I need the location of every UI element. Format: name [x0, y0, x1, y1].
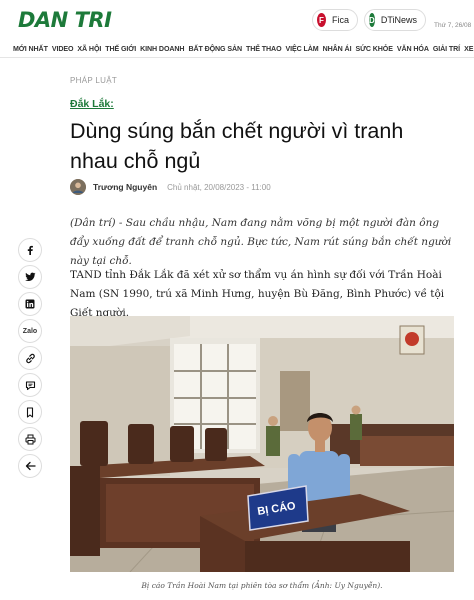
linkedin-share-button[interactable]: [18, 292, 42, 316]
zalo-share-button[interactable]: Zalo: [18, 319, 42, 343]
nav-item-bat-dong-san[interactable]: BẤT ĐỘNG SẢN: [188, 45, 242, 53]
courtroom-illustration: BỊ CÁO: [70, 316, 454, 572]
twitter-icon: [24, 272, 35, 281]
bookmark-icon: [26, 406, 34, 418]
print-icon: [25, 434, 35, 444]
updated-time: Chủ nhật, 20/08/2023 - 11:00: [167, 182, 271, 192]
nav-item-viec-lam[interactable]: VIỆC LÀM: [286, 45, 319, 53]
photo-caption: Bị cáo Trần Hoài Nam tại phiên tòa sơ th…: [141, 581, 383, 590]
article-photo[interactable]: BỊ CÁO: [70, 316, 454, 572]
author-row: Trương Nguyên Chủ nhật, 20/08/2023 - 11:…: [70, 178, 271, 196]
nav-item-xe[interactable]: XE +: [464, 45, 474, 53]
link-icon: [25, 353, 35, 363]
nav-item-the-thao[interactable]: THỂ THAO: [246, 45, 282, 53]
article-title: Dùng súng bắn chết người vì tranh nhau c…: [70, 119, 404, 173]
fica-label: Fica: [331, 15, 349, 25]
linkedin-icon: [25, 299, 35, 309]
dtinews-button[interactable]: D DTiNews: [364, 9, 426, 31]
nav-item-suc-khoe[interactable]: SỨC KHỎE: [355, 45, 393, 53]
breadcrumb[interactable]: PHÁP LUẬT: [70, 76, 117, 85]
fica-icon: F: [317, 13, 326, 27]
nav-item-the-gioi[interactable]: THẾ GIỚI: [105, 45, 136, 53]
nav-item-nhan-ai[interactable]: NHÂN ÁI: [323, 45, 352, 53]
facebook-share-button[interactable]: [18, 238, 42, 262]
nav-item-video[interactable]: VIDEO: [52, 45, 74, 53]
comment-icon: [25, 380, 35, 390]
nav-item-giai-tri[interactable]: GIẢI TRÍ: [433, 45, 460, 53]
share-rail: Zalo: [18, 238, 44, 481]
copy-link-button[interactable]: [18, 346, 42, 370]
print-button[interactable]: [18, 427, 42, 451]
nav-item-van-hoa[interactable]: VĂN HÓA: [397, 45, 429, 53]
arrow-left-icon: [25, 461, 36, 471]
twitter-share-button[interactable]: [18, 265, 42, 289]
back-button[interactable]: [18, 454, 42, 478]
current-date: Thứ 7, 26/08: [434, 22, 472, 29]
comment-button[interactable]: [18, 373, 42, 397]
facebook-icon: [27, 245, 33, 255]
article-sapo: (Dân trí) - Sau chầu nhậu, Nam đang nằm …: [70, 217, 452, 267]
dtinews-icon: D: [369, 13, 375, 27]
nav-item-kinh-doanh[interactable]: KINH DOANH: [140, 45, 184, 53]
article-paragraph: TAND tỉnh Đắk Lắk đã xét xử sơ thẩm vụ á…: [70, 269, 445, 319]
author-name[interactable]: Trương Nguyên: [93, 182, 157, 192]
dtinews-label: DTiNews: [380, 15, 417, 25]
nav-item-moi-nhat[interactable]: MỚI NHẤT: [13, 45, 48, 53]
main-nav: MỚI NHẤT VIDEO XÃ HỘI THẾ GIỚI KINH DOAN…: [0, 40, 474, 58]
nav-item-xa-hoi[interactable]: XÃ HỘI: [77, 45, 101, 53]
avatar[interactable]: [70, 179, 86, 195]
avatar-image: [70, 179, 86, 195]
category-link[interactable]: Đắk Lắk:: [70, 98, 114, 110]
bookmark-button[interactable]: [18, 400, 42, 424]
fica-button[interactable]: F Fica: [312, 9, 358, 31]
site-logo[interactable]: DAN TRI: [18, 8, 112, 32]
top-header: DAN TRI F Fica D DTiNews Thứ 7, 26/08: [0, 0, 474, 40]
